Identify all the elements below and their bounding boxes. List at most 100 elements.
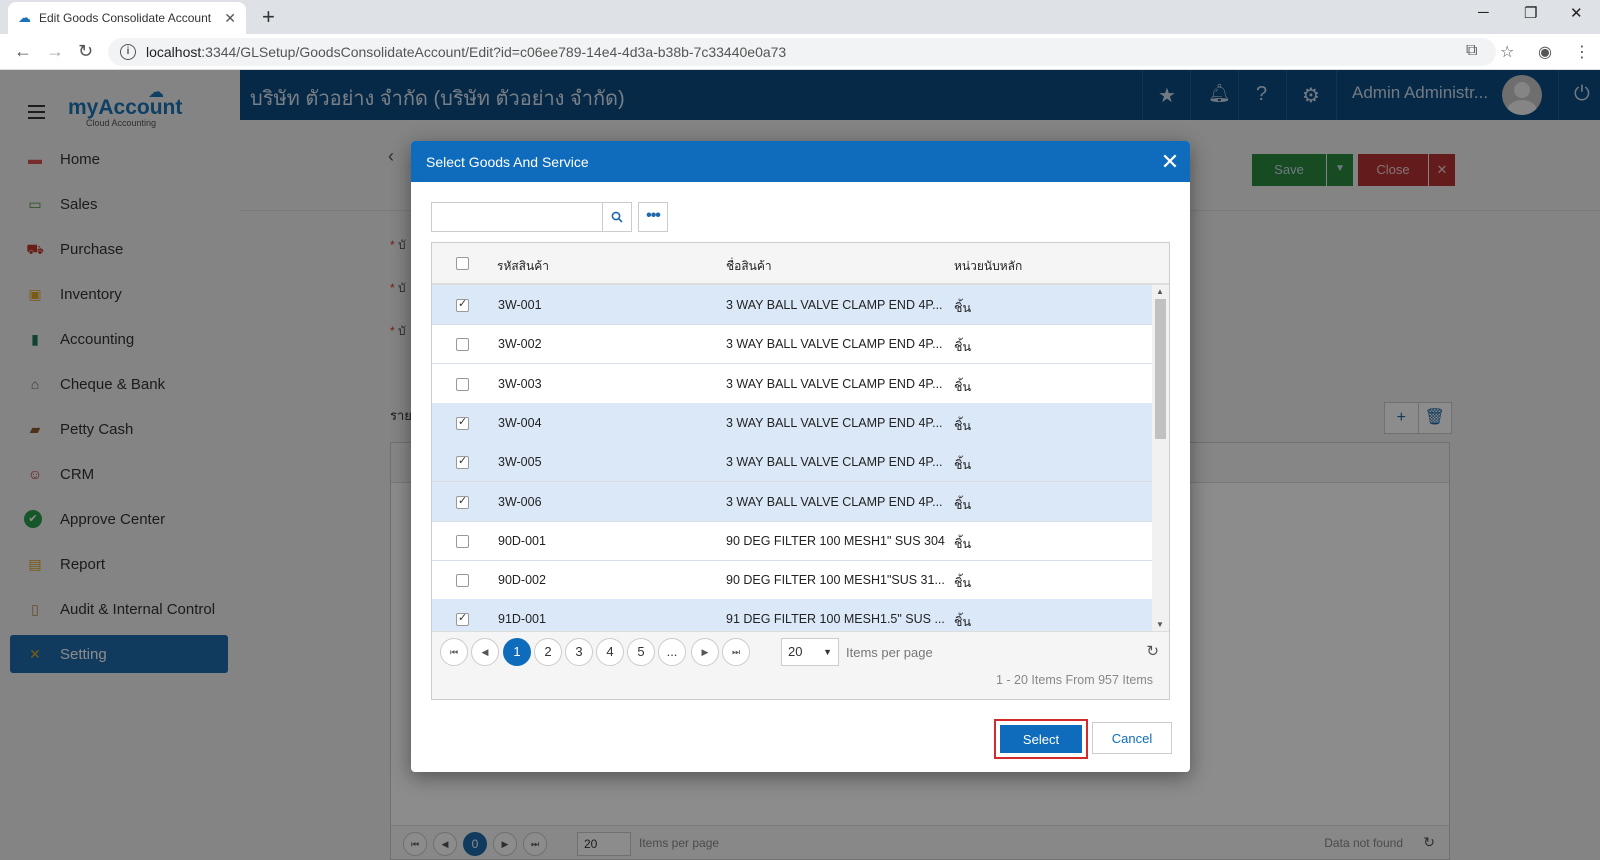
cell-unit: ชิ้น [954, 576, 972, 591]
grid-pager: ⏮ ◀ 1 2 3 4 5... ▶ ⏭ 20 ▼ Items per page ↻ 1 … [432, 631, 1169, 699]
browser-menu-icon[interactable]: ⋮ [1574, 42, 1590, 62]
table-row[interactable]: 3W-004 3 WAY BALL VALVE CLAMP END 4P... ชิ… [432, 402, 1152, 443]
modal-header: Select Goods And Service ✕ [411, 141, 1190, 182]
cell-name: 3 WAY BALL VALVE CLAMP END 4P... [726, 455, 943, 470]
tab-title: Edit Goods Consolidate Account [39, 11, 212, 25]
column-name[interactable]: ชื่อสินค้า [726, 257, 772, 276]
page-2[interactable]: 2 [534, 638, 562, 666]
cell-code: 3W-004 [498, 415, 542, 430]
cell-name: 91 DEG FILTER 100 MESH1.5" SUS ... [726, 612, 945, 627]
select-button[interactable]: Select [1000, 725, 1082, 753]
cell-name: 90 DEG FILTER 100 MESH1"SUS 31... [726, 573, 945, 588]
table-row[interactable]: 90D-002 90 DEG FILTER 100 MESH1"SUS 31...… [432, 560, 1152, 601]
row-checkbox[interactable] [456, 377, 469, 391]
table-row[interactable]: 90D-001 90 DEG FILTER 100 MESH1" SUS 304 ช… [432, 521, 1152, 561]
cell-name: 3 WAY BALL VALVE CLAMP END 4P... [726, 337, 943, 352]
table-row[interactable]: 3W-001 3 WAY BALL VALVE CLAMP END 4P... ชิ… [432, 285, 1152, 325]
select-goods-modal: Select Goods And Service ✕ ••• รหัสสินค้… [411, 141, 1190, 772]
table-row[interactable]: 3W-005 3 WAY BALL VALVE CLAMP END 4P... ชิ… [432, 442, 1152, 483]
next-page-icon[interactable]: ▶ [691, 638, 719, 666]
bookmark-star-icon[interactable]: ☆ [1500, 42, 1514, 62]
search-row: ••• [431, 202, 668, 232]
restore-icon[interactable]: ❐ [1524, 4, 1537, 22]
minimize-icon[interactable]: ─ [1478, 4, 1489, 21]
scroll-up-icon[interactable]: ▲ [1156, 287, 1164, 296]
cell-unit: ชิ้น [954, 418, 972, 433]
cell-unit: ชิ้น [954, 536, 972, 551]
cell-code: 91D-001 [498, 612, 546, 627]
cell-name: 90 DEG FILTER 100 MESH1" SUS 304 [726, 533, 945, 548]
select-all-checkbox[interactable] [456, 257, 469, 270]
tab-close-icon[interactable]: ✕ [224, 10, 236, 27]
grid-header: รหัสสินค้า ชื่อสินค้า หน่วยนับหลัก [432, 243, 1169, 285]
cancel-button[interactable]: Cancel [1092, 722, 1172, 754]
forward-icon[interactable]: → [46, 41, 64, 62]
browser-tabbar: ☁ Edit Goods Consolidate Account ✕ + ─ ❐… [0, 0, 1600, 34]
row-checkbox[interactable] [456, 534, 469, 548]
row-checkbox[interactable] [456, 574, 469, 588]
cell-code: 90D-002 [498, 573, 546, 588]
page-3[interactable]: 3 [565, 638, 593, 666]
column-code[interactable]: รหัสสินค้า [497, 257, 549, 276]
row-checkbox[interactable] [456, 454, 469, 470]
row-checkbox[interactable] [456, 611, 469, 627]
scroll-down-icon[interactable]: ▼ [1156, 620, 1164, 629]
browser-tab[interactable]: ☁ Edit Goods Consolidate Account ✕ [8, 2, 246, 34]
back-icon[interactable]: ← [14, 41, 32, 62]
select-button-highlight: Select [994, 719, 1088, 759]
items-summary: 1 - 20 Items From 957 Items [996, 673, 1153, 687]
first-page-icon[interactable]: ⏮ [440, 638, 468, 666]
scroll-thumb[interactable] [1155, 299, 1166, 439]
translate-icon[interactable]: ⧉ [1466, 42, 1477, 60]
cell-code: 3W-001 [498, 298, 542, 312]
more-options-icon[interactable]: ••• [638, 202, 668, 232]
cell-code: 3W-006 [498, 494, 542, 509]
last-page-icon[interactable]: ⏭ [722, 638, 750, 666]
row-checkbox[interactable] [456, 494, 469, 509]
page-ellipsis[interactable]: ... [658, 638, 686, 666]
address-bar: ← → ↻ i localhost :3344/GLSetup/GoodsCon… [0, 34, 1600, 70]
search-input[interactable] [431, 202, 602, 232]
goods-grid: รหัสสินค้า ชื่อสินค้า หน่วยนับหลัก 3W-00… [431, 242, 1170, 700]
row-checkbox[interactable] [456, 297, 469, 312]
prev-page-icon[interactable]: ◀ [471, 638, 499, 666]
table-row[interactable]: 3W-006 3 WAY BALL VALVE CLAMP END 4P... ชิ… [432, 481, 1152, 522]
cell-name: 3 WAY BALL VALVE CLAMP END 4P... [726, 415, 943, 430]
page-4[interactable]: 4 [596, 638, 624, 666]
new-tab-icon[interactable]: + [262, 4, 275, 30]
cell-code: 3W-005 [498, 455, 542, 470]
column-unit[interactable]: หน่วยนับหลัก [954, 257, 1022, 276]
info-icon[interactable]: i [120, 44, 136, 60]
grid-scrollbar[interactable]: ▲ ▼ [1152, 285, 1169, 631]
cell-code: 3W-002 [498, 337, 542, 352]
cell-unit: ชิ้น [954, 458, 972, 473]
cell-name: 3 WAY BALL VALVE CLAMP END 4P... [726, 494, 943, 509]
profile-icon[interactable]: ◉ [1538, 42, 1552, 62]
table-row[interactable]: 3W-002 3 WAY BALL VALVE CLAMP END 4P... ชิ… [432, 324, 1152, 365]
reload-icon[interactable]: ↻ [78, 41, 93, 62]
window-close-icon[interactable]: ✕ [1570, 4, 1583, 22]
row-checkbox[interactable] [456, 415, 469, 430]
page-size-select[interactable]: 20 ▼ [781, 638, 839, 666]
chevron-down-icon: ▼ [823, 647, 832, 657]
items-per-page-label: Items per page [846, 645, 933, 660]
grid-rows: 3W-001 3 WAY BALL VALVE CLAMP END 4P... ชิ… [432, 285, 1152, 631]
url-field[interactable]: i localhost :3344/GLSetup/GoodsConsolida… [108, 38, 1496, 66]
cell-unit: ชิ้น [954, 301, 972, 315]
row-checkbox[interactable] [456, 338, 469, 352]
cell-unit: ชิ้น [954, 379, 972, 394]
search-icon[interactable] [602, 202, 632, 232]
modal-title: Select Goods And Service [426, 153, 589, 170]
cell-unit: ชิ้น [954, 340, 972, 355]
modal-close-icon[interactable]: ✕ [1150, 150, 1190, 173]
table-row[interactable]: 91D-001 91 DEG FILTER 100 MESH1.5" SUS ..… [432, 599, 1152, 631]
url-path: :3344/GLSetup/GoodsConsolidateAccount/Ed… [201, 44, 787, 60]
table-row[interactable]: 3W-003 3 WAY BALL VALVE CLAMP END 4P... ชิ… [432, 364, 1152, 404]
refresh-icon[interactable]: ↻ [1146, 642, 1159, 660]
cell-name: 3 WAY BALL VALVE CLAMP END 4P... [726, 376, 943, 391]
page-1[interactable]: 1 [503, 638, 531, 666]
page-5[interactable]: 5 [627, 638, 655, 666]
url-host: localhost [146, 44, 202, 60]
cloud-icon: ☁ [18, 10, 31, 25]
cell-code: 3W-003 [498, 376, 542, 391]
